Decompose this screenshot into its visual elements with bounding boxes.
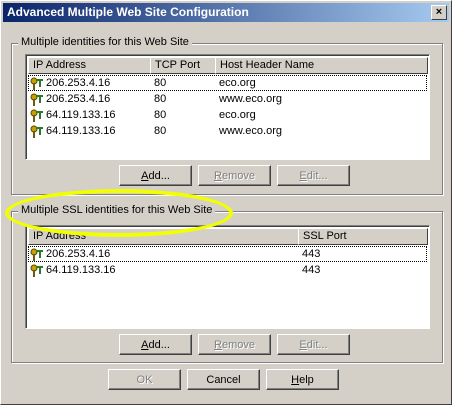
identities-list[interactable]: IP Address TCP Port Host Header Name 206…: [25, 54, 430, 160]
identities-group: Multiple identities for this Web Site IP…: [11, 36, 443, 195]
ok-button[interactable]: OK: [108, 369, 181, 390]
add-identity-button[interactable]: Add...: [119, 165, 192, 186]
table-row[interactable]: 64.119.133.16 80 eco.org: [28, 107, 427, 123]
column-ssl-ip-address[interactable]: IP Address: [28, 228, 299, 245]
table-cell: 443: [302, 264, 321, 276]
column-host-header[interactable]: Host Header Name: [215, 57, 428, 74]
ssl-identities-list-header: IP Address SSL Port: [28, 228, 428, 245]
help-button[interactable]: Help: [266, 369, 339, 390]
table-cell: eco.org: [219, 77, 256, 89]
table-cell: 80: [154, 125, 167, 137]
window-title: Advanced Multiple Web Site Configuration: [7, 5, 249, 19]
column-ip-address[interactable]: IP Address: [28, 57, 151, 74]
network-address-icon: [30, 264, 43, 277]
ssl-identities-list[interactable]: IP Address SSL Port 206.253.4.16 443 64.11…: [25, 225, 430, 329]
table-cell: 206.253.4.16: [46, 248, 111, 260]
table-cell: 206.253.4.16: [46, 93, 111, 105]
network-address-icon: [30, 248, 43, 261]
ssl-identities-group: Multiple SSL identities for this Web Sit…: [11, 204, 443, 363]
column-tcp-port[interactable]: TCP Port: [150, 57, 216, 74]
table-row[interactable]: 64.119.133.16 80 www.eco.org: [28, 123, 427, 139]
network-address-icon: [30, 93, 43, 106]
table-row[interactable]: 64.119.133.16 443: [28, 262, 427, 278]
title-bar[interactable]: Advanced Multiple Web Site Configuration…: [3, 3, 449, 22]
edit-identity-button[interactable]: Edit...: [277, 165, 350, 186]
identities-group-label: Multiple identities for this Web Site: [18, 36, 192, 48]
table-row[interactable]: 206.253.4.16 443: [28, 246, 427, 262]
table-cell: eco.org: [219, 109, 256, 121]
network-address-icon: [30, 109, 43, 122]
table-cell: www.eco.org: [219, 125, 282, 137]
ssl-identities-group-label: Multiple SSL identities for this Web Sit…: [18, 204, 216, 216]
add-ssl-identity-button[interactable]: Add...: [119, 334, 192, 355]
edit-ssl-identity-button[interactable]: Edit...: [277, 334, 350, 355]
table-row[interactable]: 206.253.4.16 80 www.eco.org: [28, 91, 427, 107]
table-cell: 80: [154, 109, 167, 121]
table-cell: www.eco.org: [219, 93, 282, 105]
column-ssl-port[interactable]: SSL Port: [298, 228, 428, 245]
network-address-icon: [30, 77, 43, 90]
dialog-window: Advanced Multiple Web Site Configuration…: [0, 0, 452, 405]
table-cell: 80: [154, 93, 167, 105]
network-address-icon: [30, 125, 43, 138]
remove-identity-button[interactable]: Remove: [198, 165, 271, 186]
table-cell: 64.119.133.16: [46, 264, 116, 276]
table-cell: 64.119.133.16: [46, 125, 116, 137]
identities-list-header: IP Address TCP Port Host Header Name: [28, 57, 428, 74]
table-cell: 443: [302, 248, 321, 260]
table-cell: 206.253.4.16: [46, 77, 111, 89]
table-cell: 80: [154, 77, 167, 89]
table-cell: 64.119.133.16: [46, 109, 116, 121]
close-button[interactable]: ×: [431, 5, 447, 20]
table-row[interactable]: 206.253.4.16 80 eco.org: [28, 75, 427, 91]
remove-ssl-identity-button[interactable]: Remove: [198, 334, 271, 355]
cancel-button[interactable]: Cancel: [187, 369, 260, 390]
